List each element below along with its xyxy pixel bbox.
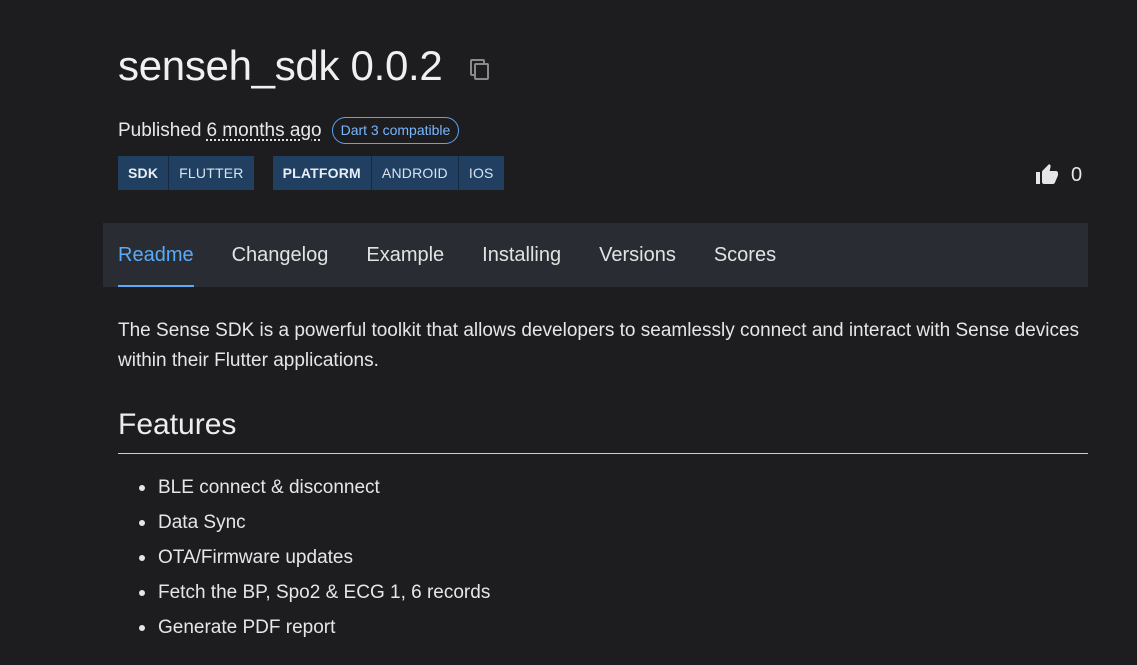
- published-row: Published 6 months ago Dart 3 compatible: [118, 117, 460, 144]
- features-list: BLE connect & disconnect Data Sync OTA/F…: [118, 470, 490, 645]
- list-item: BLE connect & disconnect: [118, 470, 490, 505]
- tag-sdk[interactable]: SDK: [118, 156, 170, 190]
- tag-flutter[interactable]: FLUTTER: [169, 156, 254, 190]
- tab-changelog[interactable]: Changelog: [232, 223, 329, 287]
- platform-tag-group: PLATFORM ANDROID IOS: [272, 156, 504, 190]
- tab-versions[interactable]: Versions: [599, 223, 676, 287]
- package-page: senseh_sdk 0.0.2 Published 6 months ago …: [0, 0, 1137, 665]
- list-item: Fetch the BP, Spo2 & ECG 1, 6 records: [118, 575, 490, 610]
- dart3-compatible-badge[interactable]: Dart 3 compatible: [331, 117, 460, 144]
- list-item: Generate PDF report: [118, 610, 490, 645]
- tag-android[interactable]: ANDROID: [371, 156, 459, 190]
- tab-readme[interactable]: Readme: [118, 223, 194, 287]
- heading-divider: [118, 453, 1088, 454]
- features-heading: Features: [118, 408, 237, 441]
- tab-installing[interactable]: Installing: [482, 223, 561, 287]
- tag-ios[interactable]: IOS: [458, 156, 504, 190]
- package-title: senseh_sdk 0.0.2: [118, 42, 443, 89]
- published-time: 6 months ago: [206, 119, 322, 141]
- tabs-bar: Readme Changelog Example Installing Vers…: [103, 223, 1088, 287]
- tab-scores[interactable]: Scores: [714, 223, 776, 287]
- sdk-tag-group: SDK FLUTTER: [118, 156, 254, 190]
- readme-description: The Sense SDK is a powerful toolkit that…: [118, 320, 1080, 371]
- copy-icon[interactable]: [468, 57, 492, 81]
- tag-platform[interactable]: PLATFORM: [272, 156, 372, 190]
- list-item: OTA/Firmware updates: [118, 540, 490, 575]
- title-row: senseh_sdk 0.0.2: [118, 40, 492, 92]
- like-count: 0: [1071, 163, 1083, 186]
- tab-example[interactable]: Example: [366, 223, 444, 287]
- tags-row: SDK FLUTTER PLATFORM ANDROID IOS: [118, 156, 504, 190]
- like-button[interactable]: 0: [1035, 163, 1082, 187]
- published-label: Published: [118, 119, 202, 141]
- thumbs-up-icon: [1036, 164, 1058, 184]
- list-item: Data Sync: [118, 505, 490, 540]
